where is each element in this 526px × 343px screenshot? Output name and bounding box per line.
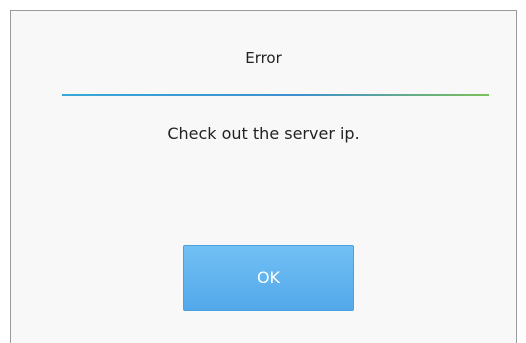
dialog-title: Error	[245, 49, 282, 67]
ok-button[interactable]: OK	[183, 245, 354, 311]
error-dialog: Error Check out the server ip. OK	[10, 10, 517, 343]
title-divider	[62, 94, 489, 96]
dialog-message: Check out the server ip.	[167, 124, 360, 143]
